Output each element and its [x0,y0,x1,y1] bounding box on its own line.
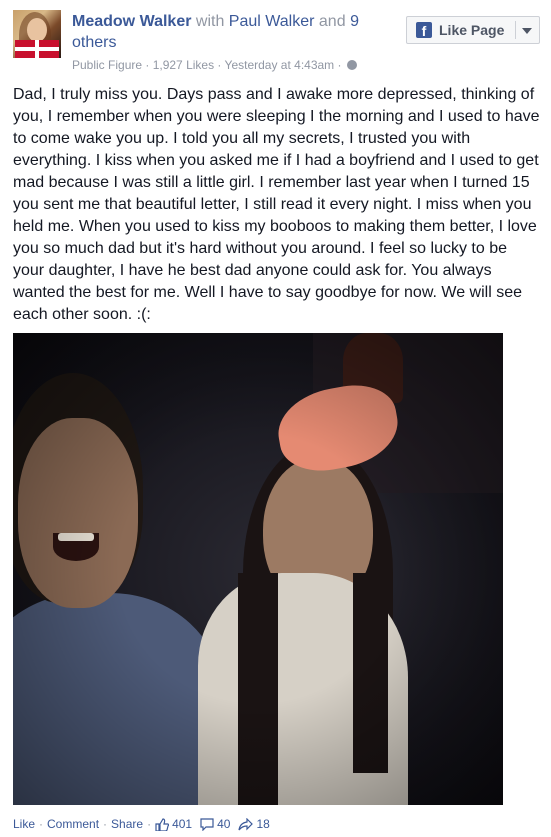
author-avatar[interactable] [13,10,61,58]
tagged-person-link[interactable]: Paul Walker [229,13,315,30]
comment-bubble-icon[interactable] [200,817,214,831]
likes-count[interactable]: 401 [172,817,192,831]
comment-action-link[interactable]: Comment [47,817,99,831]
post-timestamp[interactable]: Yesterday at 4:43am [225,58,335,72]
photo-vignette [13,333,503,805]
dot-separator: · [39,817,44,831]
author-name-link[interactable]: Meadow Walker [72,13,191,30]
post-actions: Like · Comment · Share · 401 40 18 [13,817,278,831]
post-message: Dad, I truly miss you. Days pass and I a… [13,86,540,323]
thumbs-up-icon[interactable] [155,817,170,831]
share-action-link[interactable]: Share [111,817,143,831]
page-type: Public Figure [72,58,143,72]
dot-separator: · [147,817,152,831]
button-separator [515,21,516,39]
like-page-label: Like Page [439,22,505,38]
author-line: Meadow Walker with Paul Walker and 9 oth… [72,11,402,53]
page-likes-count[interactable]: 1,927 Likes [153,58,214,72]
facebook-post: Meadow Walker with Paul Walker and 9 oth… [0,0,551,837]
globe-icon[interactable] [346,60,357,70]
dot-separator: · [103,817,108,831]
facebook-f-icon: f [416,22,432,38]
post-header: Meadow Walker with Paul Walker and 9 oth… [72,11,402,73]
chevron-down-icon[interactable] [522,28,532,34]
share-arrow-icon[interactable] [238,817,254,831]
like-page-button[interactable]: f Like Page [406,16,540,44]
post-meta: Public Figure · 1,927 Likes · Yesterday … [72,57,402,73]
post-photo[interactable] [13,333,503,805]
comments-count[interactable]: 40 [217,817,230,831]
shares-count[interactable]: 18 [256,817,269,831]
and-text: and [318,13,346,30]
with-text: with [195,13,225,30]
avatar-face [27,18,47,42]
like-action-link[interactable]: Like [13,817,35,831]
avatar-union-jack [15,40,59,58]
